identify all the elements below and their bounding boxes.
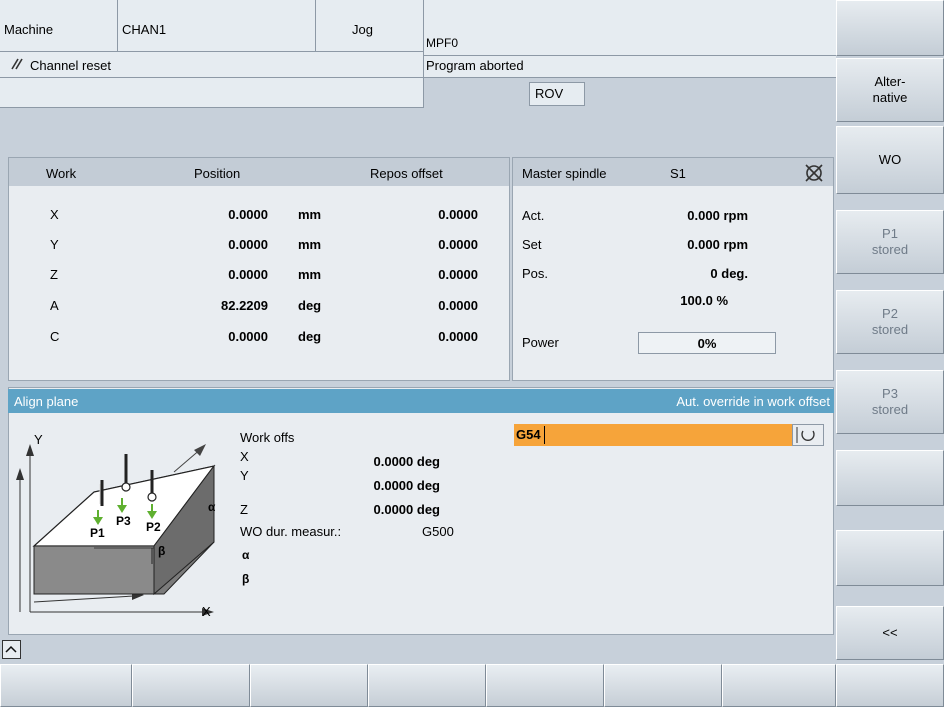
- axis-position: 0.0000: [228, 237, 268, 252]
- axis-unit: mm: [298, 267, 322, 282]
- softkey-v2[interactable]: Alter- native: [836, 58, 944, 122]
- recall-button[interactable]: [2, 640, 21, 659]
- wo-y-label: Y: [240, 468, 249, 483]
- axis-position: 0.0000: [228, 329, 268, 344]
- wo-z-value: 0.0000 deg: [373, 502, 441, 517]
- spindle-name: S1: [670, 166, 686, 181]
- softkey-v4[interactable]: P1 stored: [836, 210, 944, 274]
- set-value: 0.000 rpm: [687, 237, 748, 252]
- diagram-p2-label: P2: [146, 520, 161, 534]
- empty-row: [0, 78, 424, 108]
- wo-x-label: X: [240, 449, 249, 464]
- hsk-2[interactable]: [132, 664, 250, 707]
- softkey-v3[interactable]: WO: [836, 126, 944, 194]
- softkey-label: P2 stored: [871, 306, 909, 337]
- mode-label: Jog: [352, 22, 373, 37]
- input-cursor: [544, 426, 545, 444]
- diagram-alpha-label: α: [208, 500, 216, 514]
- axis-unit: mm: [298, 237, 322, 252]
- rov-label: ROV: [535, 86, 564, 101]
- spindle-stop-icon: [804, 163, 824, 183]
- col-position: Position: [194, 166, 241, 181]
- work-offset-input-value: G54: [516, 427, 541, 442]
- wo-dur-measur-value: G500: [422, 524, 454, 539]
- diagram-y-label: Y: [34, 432, 43, 447]
- diagram-p1-label: P1: [90, 526, 105, 540]
- axis-name: Y: [50, 237, 59, 252]
- toggle-button[interactable]: [792, 424, 824, 446]
- softkey-v5[interactable]: P2 stored: [836, 290, 944, 354]
- power-value: 0%: [697, 336, 717, 351]
- program-status: Program aborted: [426, 58, 524, 73]
- wo-dur-measur-label: WO dur. measur.:: [240, 524, 342, 539]
- diagram-beta-label: β: [158, 544, 166, 558]
- align-right-title: Aut. override in work offset: [676, 394, 830, 409]
- wo-y-value: 0.0000 deg: [373, 478, 441, 493]
- hsk-7[interactable]: [722, 664, 836, 707]
- pos-value: 0 deg.: [710, 266, 748, 281]
- axis-position: 0.0000: [228, 207, 268, 222]
- work-offs-label: Work offs: [240, 430, 295, 445]
- axis-name: A: [50, 298, 59, 313]
- power-label: Power: [522, 335, 559, 350]
- override-value: 100.0 %: [680, 293, 728, 308]
- axis-repos-offset: 0.0000: [438, 298, 478, 313]
- axis-repos-offset: 0.0000: [438, 207, 478, 222]
- col-repos-offset: Repos offset: [370, 166, 443, 181]
- operating-area-label: Machine: [4, 22, 54, 37]
- softkey-label: P1 stored: [871, 226, 909, 257]
- softkey-v1[interactable]: [836, 0, 944, 56]
- hsk-6[interactable]: [604, 664, 722, 707]
- hsk-1[interactable]: [0, 664, 132, 707]
- hsk-3[interactable]: [250, 664, 368, 707]
- pos-label: Pos.: [522, 266, 549, 281]
- act-label: Act.: [522, 208, 545, 223]
- axis-name: X: [50, 207, 59, 222]
- set-label: Set: [522, 237, 542, 252]
- work-offset-input[interactable]: [514, 424, 822, 446]
- softkey-v6[interactable]: P3 stored: [836, 370, 944, 434]
- axis-repos-offset: 0.0000: [438, 267, 478, 282]
- hsk-8[interactable]: [836, 664, 944, 707]
- channel-label: CHAN1: [122, 22, 167, 37]
- softkey-label: WO: [878, 152, 902, 167]
- reset-icon: [10, 57, 24, 71]
- axis-name: C: [50, 329, 60, 344]
- softkey-v9[interactable]: <<: [836, 606, 944, 660]
- alpha-label: α: [242, 548, 250, 562]
- beta-label: β: [242, 572, 250, 586]
- toggle-icon: [796, 427, 815, 443]
- axis-repos-offset: 0.0000: [438, 329, 478, 344]
- chevron-up-icon: [5, 645, 17, 653]
- axis-unit: mm: [298, 207, 322, 222]
- axis-name: Z: [50, 267, 58, 282]
- diagram-x-label: X: [202, 604, 211, 619]
- spindle-title: Master spindle: [522, 166, 607, 181]
- softkey-label: Alter- native: [872, 74, 908, 105]
- axis-unit: deg: [298, 329, 322, 344]
- axis-unit: deg: [298, 298, 322, 313]
- softkey-label: P3 stored: [871, 386, 909, 417]
- softkey-v7[interactable]: [836, 450, 944, 506]
- axis-repos-offset: 0.0000: [438, 237, 478, 252]
- wo-x-value: 0.0000 deg: [373, 454, 441, 469]
- axis-position: 0.0000: [228, 267, 268, 282]
- softkey-label: <<: [882, 625, 898, 640]
- act-value: 0.000 rpm: [687, 208, 748, 223]
- channel-reset-msg: Channel reset: [30, 58, 111, 73]
- align-title: Align plane: [14, 394, 79, 409]
- col-work: Work: [46, 166, 77, 181]
- hsk-5[interactable]: [486, 664, 604, 707]
- softkey-v8[interactable]: [836, 530, 944, 586]
- hsk-4[interactable]: [368, 664, 486, 707]
- diagram-p3-label: P3: [116, 514, 131, 528]
- program-name: MPF0: [426, 36, 459, 50]
- axis-position: 82.2209: [221, 298, 268, 313]
- wo-z-label: Z: [240, 502, 248, 517]
- header-program: [424, 0, 836, 56]
